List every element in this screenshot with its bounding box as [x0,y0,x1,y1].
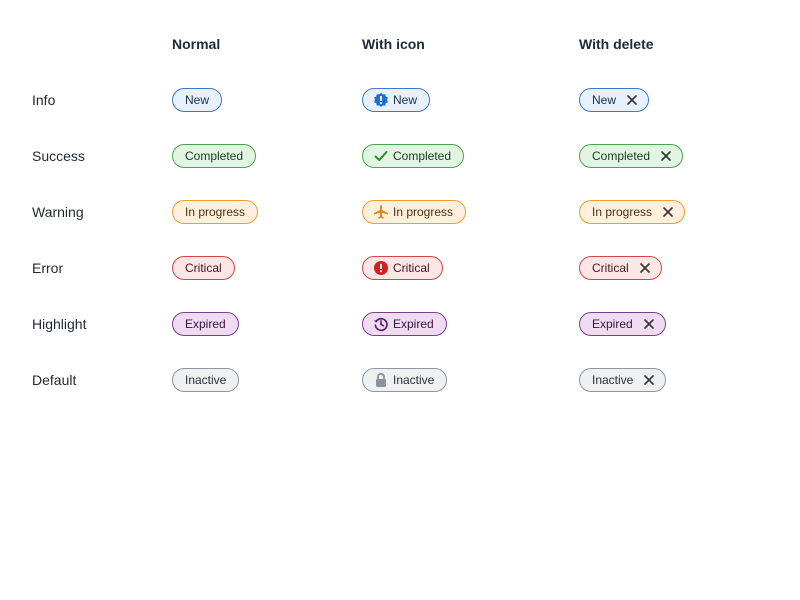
badge-error-normal: Critical [172,256,235,280]
badge-success-with-delete: Completed [579,144,684,168]
badge-label: Expired [185,317,226,331]
badge-label: In progress [592,205,653,219]
badge-warning-normal: In progress [172,200,259,224]
badge-highlight-with-icon: Expired [362,312,447,336]
badge-label: Critical [592,261,629,275]
badge-label: In progress [393,205,454,219]
column-header-with-icon: With icon [362,36,425,52]
checkmark-icon [373,148,389,164]
badge-error-with-icon: Critical [362,256,443,280]
close-icon[interactable] [662,206,674,218]
exclamation-icon [373,260,389,276]
badge-label: New [185,93,210,107]
close-icon[interactable] [643,374,655,386]
badge-label: Critical [185,261,222,275]
badge-label: Inactive [592,373,634,387]
badge-info-with-icon: New [362,88,431,112]
column-header-normal: Normal [172,36,221,52]
close-icon[interactable] [643,318,655,330]
info-icon [373,92,389,108]
badge-label: Critical [393,261,430,275]
close-icon[interactable] [639,262,651,274]
row-label-info: Info [32,92,56,108]
badge-highlight-with-delete: Expired [579,312,666,336]
badge-label: Expired [592,317,633,331]
lock-icon [373,372,389,388]
badge-label: Completed [592,149,651,163]
close-icon[interactable] [660,150,672,162]
badge-label: Inactive [393,373,435,387]
row-label-warning: Warning [32,204,84,220]
badge-default-with-icon: Inactive [362,368,448,392]
badge-label: New [592,93,617,107]
badge-label: Inactive [185,373,227,387]
badge-label: In progress [185,205,246,219]
badge-label: Completed [393,149,452,163]
badge-label: Expired [393,317,434,331]
row-label-highlight: Highlight [32,316,87,332]
badge-highlight-normal: Expired [172,312,239,336]
row-label-success: Success [32,148,85,164]
airplane-icon [373,204,389,220]
badge-warning-with-delete: In progress [579,200,686,224]
badge-label: Completed [185,149,244,163]
badge-success-normal: Completed [172,144,257,168]
close-icon[interactable] [626,94,638,106]
row-label-error: Error [32,260,64,276]
badge-label: New [393,93,418,107]
history-icon [373,316,389,332]
badge-info-normal: New [172,88,223,112]
row-label-default: Default [32,372,77,388]
badge-error-with-delete: Critical [579,256,662,280]
badge-success-with-icon: Completed [362,144,465,168]
badge-info-with-delete: New [579,88,650,112]
badge-warning-with-icon: In progress [362,200,467,224]
badge-default-with-delete: Inactive [579,368,667,392]
badge-default-normal: Inactive [172,368,240,392]
column-header-with-delete: With delete [579,36,654,52]
